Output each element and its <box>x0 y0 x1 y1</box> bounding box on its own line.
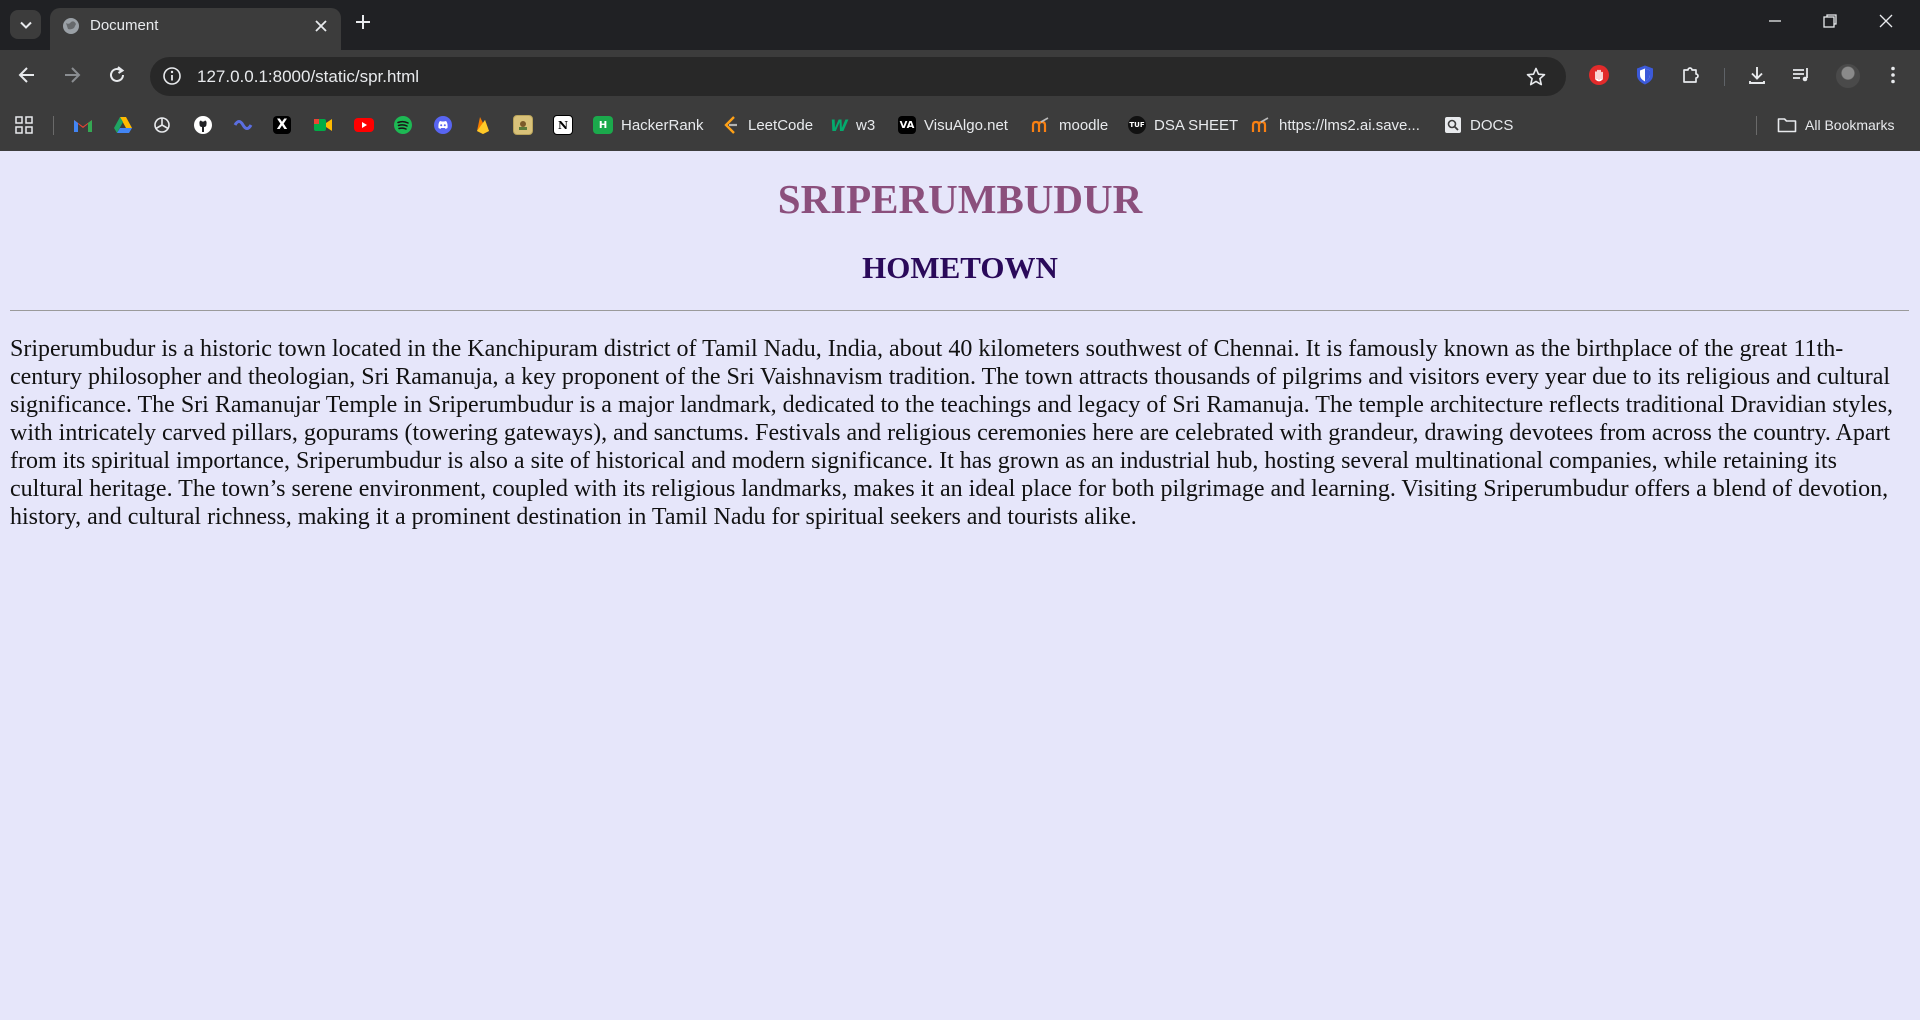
bookmarks-bar: X N H HackerRank LeetCode W w3 VA VisuAl… <box>0 100 1920 152</box>
tab-search-button[interactable] <box>10 10 41 39</box>
bookmark-star-icon[interactable] <box>1525 66 1547 88</box>
extensions-puzzle-icon[interactable] <box>1680 64 1702 86</box>
bookmark-firebase[interactable] <box>473 115 493 135</box>
bookmark-x[interactable]: X <box>273 115 291 135</box>
profile-avatar[interactable] <box>1836 64 1860 88</box>
new-tab-plus-icon[interactable] <box>353 12 373 32</box>
bookmark-image[interactable] <box>513 115 533 135</box>
openai-icon <box>154 117 170 133</box>
tuf-icon: TUF <box>1128 116 1146 134</box>
discord-icon <box>434 116 452 134</box>
bookmark-label: moodle <box>1059 116 1109 134</box>
bookmark-github[interactable] <box>193 115 213 135</box>
leetcode-icon <box>724 116 737 134</box>
spotify-icon <box>394 116 412 134</box>
site-info-icon[interactable] <box>162 66 182 86</box>
bookmark-openai[interactable] <box>153 115 171 135</box>
visualgo-icon: VA <box>898 116 916 134</box>
bookmark-label: LeetCode <box>748 116 814 134</box>
tab-document[interactable]: Document <box>50 8 341 50</box>
bookmark-moodle[interactable]: moodle <box>1031 115 1108 135</box>
bookmark-spotify[interactable] <box>393 115 413 135</box>
chevron-down-icon <box>19 21 32 29</box>
back-arrow-icon[interactable] <box>16 64 38 86</box>
horizontal-rule <box>10 310 1909 311</box>
bookmark-label: DOCS <box>1470 116 1514 134</box>
page-viewport: SRIPERUMBUDUR HOMETOWN Sriperumbudur is … <box>0 151 1920 1020</box>
bookmark-docs[interactable]: DOCS <box>1444 115 1513 135</box>
all-bookmarks-label: All Bookmarks <box>1805 117 1895 133</box>
forward-arrow-icon[interactable] <box>61 64 83 86</box>
bookmark-label: DSA SHEET <box>1154 116 1239 134</box>
x-icon: X <box>273 116 291 134</box>
bookmark-gmail[interactable] <box>73 115 93 135</box>
more-menu-icon[interactable] <box>1882 64 1904 86</box>
bookmark-label: VisuAlgo.net <box>924 116 1008 134</box>
minimize-icon[interactable] <box>1767 13 1783 29</box>
apps-grid-icon[interactable] <box>15 115 33 135</box>
tab-title: Document <box>90 17 159 34</box>
close-icon[interactable] <box>312 17 330 35</box>
bookmark-label: w3 <box>856 116 876 134</box>
bookmark-visualgo[interactable]: VA VisuAlgo.net <box>898 115 1008 135</box>
media-queue-icon[interactable] <box>1790 64 1812 86</box>
browser-toolbar: 127.0.0.1:8000/static/spr.html <box>0 50 1920 100</box>
bookmark-label: HackerRank <box>621 116 704 134</box>
reload-icon[interactable] <box>106 64 128 86</box>
globe-icon <box>63 18 79 34</box>
bookmarks-divider <box>53 116 54 135</box>
adblock-hand-icon[interactable] <box>1588 64 1610 86</box>
w3schools-icon: W <box>830 115 848 135</box>
bookmark-discord[interactable] <box>433 115 453 135</box>
bookmark-google-meet[interactable] <box>313 115 333 135</box>
moodle-icon <box>1031 117 1049 132</box>
page-title: SRIPERUMBUDUR <box>777 176 1143 222</box>
youtube-icon <box>354 118 374 132</box>
description-paragraph: Sriperumbudur is a historic town located… <box>10 336 1894 530</box>
bitwarden-shield-icon[interactable] <box>1634 64 1656 86</box>
bookmark-w3[interactable]: W w3 <box>830 115 875 135</box>
bookmark-leetcode[interactable]: LeetCode <box>722 115 813 135</box>
bookmarks-divider <box>1756 116 1757 135</box>
google-drive-icon <box>114 117 132 133</box>
codeforces-icon <box>233 120 253 130</box>
docs-search-icon <box>1445 117 1461 133</box>
firebase-icon <box>477 117 489 134</box>
page-subtitle: HOMETOWN <box>862 250 1058 285</box>
folder-icon <box>1777 118 1797 133</box>
moodle-icon <box>1251 117 1269 132</box>
notion-icon: N <box>553 115 573 135</box>
bookmark-google-drive[interactable] <box>113 115 133 135</box>
gmail-icon <box>74 120 92 132</box>
bookmark-dsa-sheet[interactable]: TUF DSA SHEET <box>1128 115 1238 135</box>
bookmark-youtube[interactable] <box>353 115 375 135</box>
all-bookmarks-button[interactable]: All Bookmarks <box>1777 115 1894 135</box>
bookmark-notion[interactable]: N <box>553 115 573 135</box>
hackerrank-icon: H <box>593 116 613 134</box>
url-text[interactable]: 127.0.0.1:8000/static/spr.html <box>197 67 419 87</box>
bookmark-label: https://lms2.ai.save... <box>1279 116 1420 134</box>
download-icon[interactable] <box>1746 64 1768 86</box>
toolbar-divider <box>1724 68 1725 86</box>
bookmark-codeforces[interactable] <box>233 115 253 135</box>
image-bookmark-icon <box>513 115 533 135</box>
bookmark-lms[interactable]: https://lms2.ai.save... <box>1251 115 1420 135</box>
restore-icon[interactable] <box>1822 13 1838 29</box>
address-bar[interactable]: 127.0.0.1:8000/static/spr.html <box>150 57 1566 96</box>
tab-strip: Document <box>0 0 1920 50</box>
window-close-icon[interactable] <box>1878 13 1894 29</box>
bookmark-hackerrank[interactable]: H HackerRank <box>593 115 704 135</box>
google-meet-icon <box>314 119 332 131</box>
github-icon <box>194 116 212 134</box>
